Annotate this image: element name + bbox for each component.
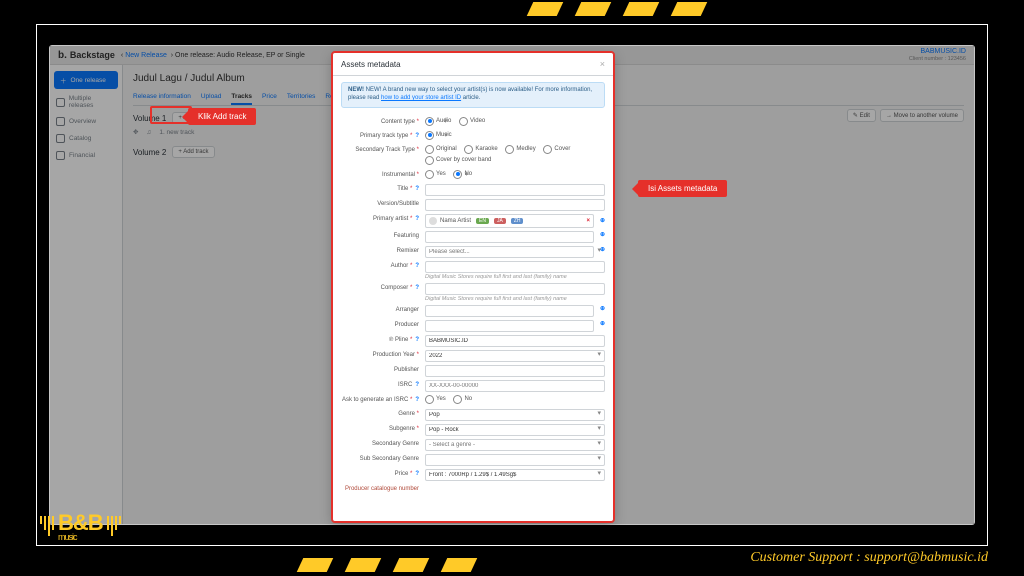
help-icon[interactable]: ? xyxy=(415,216,419,222)
radio-cover-band[interactable]: Cover by cover band xyxy=(425,156,491,165)
help-icon[interactable]: ? xyxy=(415,471,419,477)
secondary-genre-select[interactable] xyxy=(425,439,605,451)
artist-chip[interactable]: Nama Artist ENJAZH × xyxy=(425,214,594,228)
radio-karaoke[interactable]: Karaoke xyxy=(464,145,497,154)
modal-title: Assets metadata xyxy=(341,60,401,69)
help-icon[interactable]: ? xyxy=(415,263,419,269)
radio-music[interactable]: Music xyxy=(425,131,452,140)
remove-artist-icon[interactable]: × xyxy=(586,218,590,224)
radio-inst-no[interactable]: No xyxy=(453,170,472,179)
help-icon[interactable]: ? xyxy=(415,382,419,388)
genre-select[interactable] xyxy=(425,409,605,421)
close-icon[interactable]: × xyxy=(600,59,605,69)
prod-year-select[interactable] xyxy=(425,350,605,362)
radio-video[interactable]: Video xyxy=(459,117,485,126)
add-icon[interactable]: ⊕ xyxy=(600,305,605,317)
bab-music-logo: B&Bmusic xyxy=(40,510,121,542)
price-select[interactable] xyxy=(425,469,605,481)
callout-metadata: Isi Assets metadata xyxy=(638,180,727,197)
hazard-bottom xyxy=(297,558,478,572)
radio-inst-yes[interactable]: Yes xyxy=(425,170,446,179)
arranger-input[interactable] xyxy=(425,305,594,317)
radio-audio[interactable]: Audio xyxy=(425,117,451,126)
publisher-input[interactable] xyxy=(425,365,605,377)
pline-input[interactable] xyxy=(425,335,605,347)
author-input[interactable] xyxy=(425,261,605,273)
radio-cover[interactable]: Cover xyxy=(543,145,570,154)
assets-metadata-modal: Assets metadata × NEW! NEW! A brand new … xyxy=(332,52,614,522)
info-link[interactable]: how to add your store artist ID xyxy=(381,95,461,101)
isrc-input[interactable] xyxy=(425,380,605,392)
radio-medley[interactable]: Medley xyxy=(505,145,535,154)
subgenre-select[interactable] xyxy=(425,424,605,436)
info-banner: NEW! NEW! A brand new way to select your… xyxy=(341,82,605,108)
sub-secondary-genre-select[interactable] xyxy=(425,454,605,466)
help-icon[interactable]: ? xyxy=(415,337,419,343)
title-input[interactable] xyxy=(425,184,605,196)
version-input[interactable] xyxy=(425,199,605,211)
add-artist-icon[interactable]: ⊕ xyxy=(600,217,605,224)
metadata-form: Content type * Audio Video Primary track… xyxy=(333,114,613,521)
featuring-input[interactable] xyxy=(425,231,594,243)
add-icon[interactable]: ⊕ xyxy=(600,231,605,243)
add-icon[interactable]: ⊕ xyxy=(600,320,605,332)
callout-add-track: Klik Add track xyxy=(188,108,256,125)
help-icon[interactable]: ? xyxy=(415,133,419,139)
avatar-icon xyxy=(429,217,437,225)
help-icon[interactable]: ? xyxy=(415,285,419,291)
support-text: Customer Support : support@babmusic.id xyxy=(750,550,988,566)
radio-gen-isrc-yes[interactable]: Yes xyxy=(425,395,446,404)
help-icon[interactable]: ? xyxy=(415,397,419,403)
remixer-select[interactable] xyxy=(425,246,594,258)
hazard-top xyxy=(527,2,708,16)
radio-gen-isrc-no[interactable]: No xyxy=(453,395,472,404)
composer-input[interactable] xyxy=(425,283,605,295)
add-icon[interactable]: ⊕ xyxy=(600,246,605,258)
producer-input[interactable] xyxy=(425,320,594,332)
radio-original[interactable]: Original xyxy=(425,145,457,154)
help-icon[interactable]: ? xyxy=(415,186,419,192)
